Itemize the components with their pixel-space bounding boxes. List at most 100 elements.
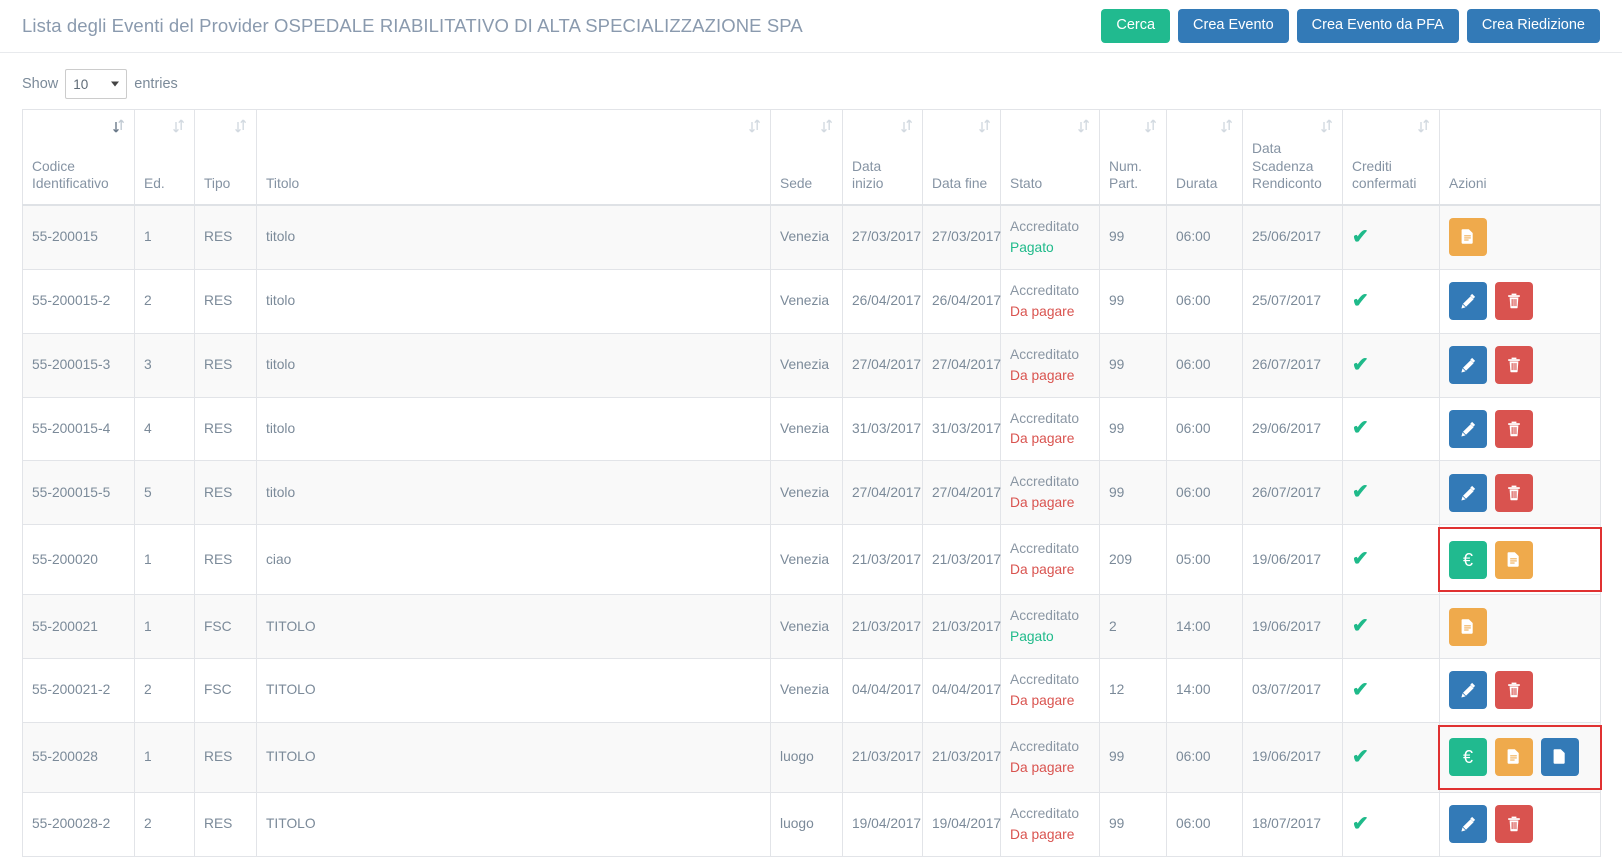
cell-stato: Accreditato Pagato [1000,594,1100,660]
column-header-azioni[interactable]: Azioni [1439,108,1601,206]
cell-azioni [1439,658,1601,723]
status-payment-badge: Da pagare [1010,826,1075,842]
column-header-stato[interactable]: Stato [1000,108,1100,206]
check-icon: ✔ [1352,812,1369,835]
edit-pencil-icon-button[interactable] [1449,346,1487,385]
cell-data-scadenza-rendiconto: 29/06/2017 [1242,396,1343,462]
cell-data-inizio: 04/04/2017 [842,658,923,723]
cell-data-scadenza-rendiconto: 26/07/2017 [1242,332,1343,398]
cell-num-partecipanti: 209 [1099,524,1167,596]
check-icon: ✔ [1352,289,1369,312]
sort-icon[interactable] [748,119,762,133]
column-header-sede[interactable]: Sede [770,108,843,206]
cell-titolo: ciao [256,524,771,596]
delete-trash-icon-button[interactable] [1495,473,1533,512]
status-accreditation: Accreditato [1010,282,1080,298]
action-group-highlighted: € [1438,724,1602,790]
delete-trash-icon-button[interactable] [1495,805,1533,844]
action-group [1449,473,1591,512]
edit-pencil-icon-button[interactable] [1449,671,1487,710]
cell-data-scadenza-rendiconto: 26/07/2017 [1242,460,1343,526]
status-accreditation: Accreditato [1010,805,1080,821]
column-header-data-inizio[interactable]: Data inizio [842,108,923,206]
payment-euro-icon-button[interactable]: € [1449,540,1487,579]
events-list-page: Lista degli Eventi del Provider OSPEDALE… [0,0,1622,862]
sort-icon[interactable] [1417,119,1431,133]
payment-euro-icon-button[interactable]: € [1449,738,1487,777]
sort-icon[interactable] [900,119,914,133]
cell-num-partecipanti: 99 [1099,396,1167,462]
delete-trash-icon-button[interactable] [1495,671,1533,710]
cell-data-inizio: 27/03/2017 [842,204,923,270]
sort-icon[interactable] [234,119,248,133]
cell-stato: Accreditato Da pagare [1000,460,1100,526]
report-file-icon-button[interactable] [1495,540,1533,579]
cell-data-fine: 27/03/2017 [922,204,1001,270]
cell-data-inizio: 21/03/2017 [842,594,923,660]
check-icon: ✔ [1352,615,1369,638]
document-file-icon-button[interactable] [1541,738,1579,777]
sort-icon[interactable] [112,119,126,133]
delete-trash-icon-button[interactable] [1495,409,1533,448]
edit-pencil-icon-button[interactable] [1449,282,1487,321]
report-file-icon-button[interactable] [1495,738,1533,777]
cell-stato: Accreditato Da pagare [1000,721,1100,793]
sort-icon[interactable] [1144,119,1158,133]
column-header-titolo[interactable]: Titolo [256,108,771,206]
status-accreditation: Accreditato [1010,541,1080,557]
edit-pencil-icon-button[interactable] [1449,409,1487,448]
report-file-icon-button[interactable] [1449,607,1487,646]
action-group [1449,671,1591,710]
search-button[interactable]: Cerca [1101,9,1171,43]
sort-icon[interactable] [1320,119,1334,133]
cell-codice-identificativo: 55-200020 [22,524,135,596]
edit-pencil-icon-button[interactable] [1449,473,1487,512]
report-file-icon-button[interactable] [1449,218,1487,257]
sort-icon[interactable] [978,119,992,133]
cell-data-inizio: 27/04/2017 [842,332,923,398]
table-row: 55-200015-2 2 RES titolo Venezia 26/04/2017 26… [22,268,1601,334]
cell-edizione: 4 [134,396,195,462]
edit-pencil-icon-button[interactable] [1449,805,1487,844]
cell-codice-identificativo: 55-200028-2 [22,791,135,857]
cell-durata: 05:00 [1166,524,1243,596]
sort-icon[interactable] [172,119,186,133]
cell-edizione: 2 [134,268,195,334]
header-action-buttons: Cerca Crea Evento Crea Evento da PFA Crea R… [1101,9,1600,43]
cell-crediti-confermati: ✔ [1342,332,1440,398]
column-header-codice-identificativo[interactable]: Codice Identificativo [22,108,135,206]
cell-stato: Accreditato Pagato [1000,204,1100,270]
cell-titolo: titolo [256,332,771,398]
cell-sede: Venezia [770,658,843,723]
cell-stato: Accreditato Da pagare [1000,658,1100,723]
sort-icon[interactable] [1077,119,1091,133]
cell-azioni [1439,268,1601,334]
cell-sede: Venezia [770,460,843,526]
cell-stato: Accreditato Da pagare [1000,332,1100,398]
cell-data-fine: 04/04/2017 [922,658,1001,723]
column-header-crediti-confermati[interactable]: Crediti confermati [1342,108,1440,206]
create-event-from-pfa-button[interactable]: Crea Evento da PFA [1296,9,1459,43]
column-header-durata[interactable]: Durata [1166,108,1243,206]
sort-icon[interactable] [1220,119,1234,133]
cell-azioni [1439,791,1601,857]
column-header-data-fine[interactable]: Data fine [922,108,1001,206]
column-header-ed[interactable]: Ed. [134,108,195,206]
cell-azioni [1439,396,1601,462]
cell-data-scadenza-rendiconto: 19/06/2017 [1242,594,1343,660]
cell-azioni: € [1438,721,1602,793]
cell-edizione: 3 [134,332,195,398]
cell-sede: luogo [770,721,843,793]
cell-num-partecipanti: 99 [1099,721,1167,793]
column-header-tipo[interactable]: Tipo [194,108,257,206]
delete-trash-icon-button[interactable] [1495,282,1533,321]
column-header-data-scadenza-rendiconto[interactable]: Data Scadenza Rendiconto [1242,108,1343,206]
create-reedition-button[interactable]: Crea Riedizione [1466,9,1600,43]
create-event-button[interactable]: Crea Evento [1178,9,1289,43]
entries-per-page-select[interactable]: 10 [65,69,128,99]
column-header-num-part[interactable]: Num. Part. [1099,108,1167,206]
cell-durata: 06:00 [1166,332,1243,398]
delete-trash-icon-button[interactable] [1495,346,1533,385]
column-header-label: Data Scadenza Rendiconto [1252,141,1322,192]
sort-icon[interactable] [820,119,834,133]
